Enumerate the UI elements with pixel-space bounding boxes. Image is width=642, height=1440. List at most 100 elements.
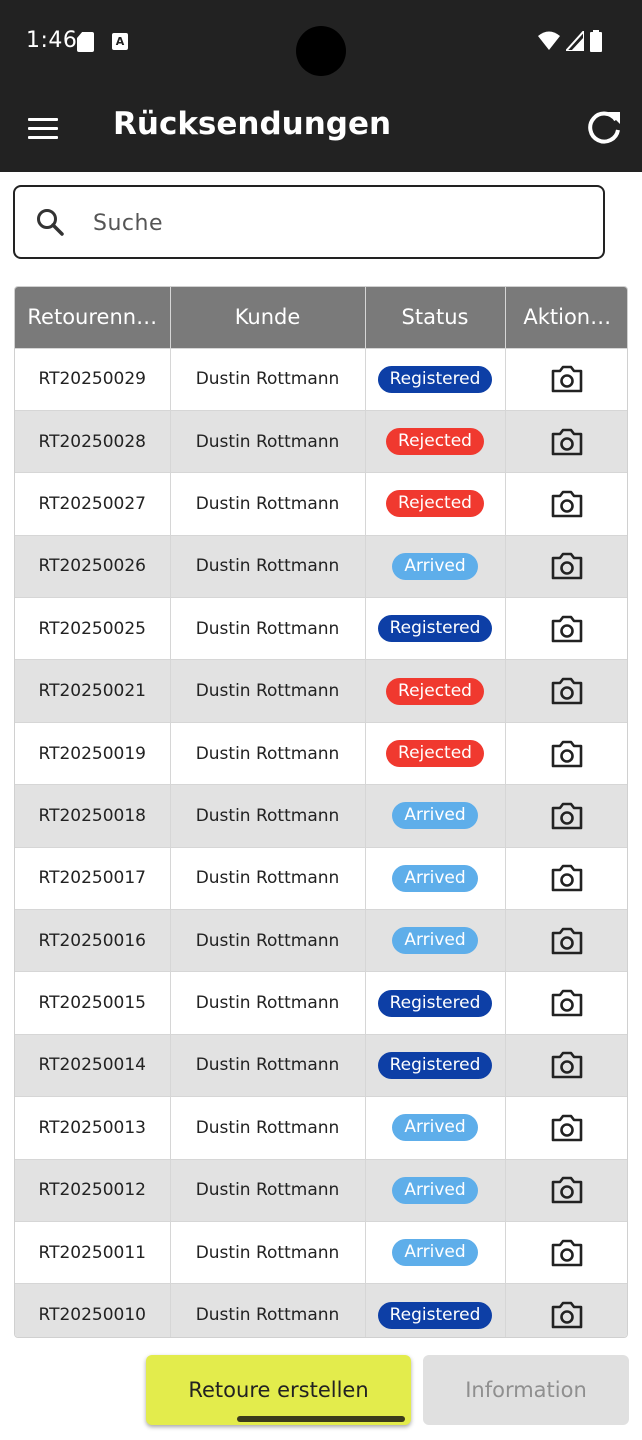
camera-icon[interactable] <box>550 365 584 393</box>
camera-icon[interactable] <box>550 1301 584 1329</box>
table-row[interactable]: RT20250019 Dustin Rottmann Rejected <box>15 721 627 785</box>
status-badge: Arrived <box>392 552 478 580</box>
status-cell: Registered <box>365 1283 506 1337</box>
information-button[interactable]: Information <box>423 1355 629 1425</box>
table-row[interactable]: RT20250015 Dustin Rottmann Registered <box>15 971 627 1035</box>
customer-cell: Dustin Rottmann <box>170 846 366 910</box>
status-badge: Registered <box>377 365 493 393</box>
camera-icon[interactable] <box>550 802 584 830</box>
camera-icon[interactable] <box>550 740 584 767</box>
status-badge: Arrived <box>392 1176 478 1204</box>
return-number-cell: RT20250027 <box>15 472 171 536</box>
camera-icon[interactable] <box>550 428 584 455</box>
customer-cell: Dustin Rottmann <box>170 472 366 536</box>
camera-icon[interactable] <box>550 615 584 643</box>
table-row[interactable]: RT20250010 Dustin Rottmann Registered <box>15 1283 627 1337</box>
return-number-cell: RT20250025 <box>15 597 171 660</box>
column-header-return-number[interactable]: Retourenn… <box>15 287 171 348</box>
return-number-cell: RT20250016 <box>15 909 171 972</box>
camera-icon[interactable] <box>550 927 584 955</box>
status-cell: Arrived <box>365 846 506 910</box>
column-header-actions[interactable]: Aktion… <box>505 287 627 348</box>
table-row[interactable]: RT20250021 Dustin Rottmann Rejected <box>15 659 627 723</box>
return-number-cell: RT20250011 <box>15 1220 171 1284</box>
table-row[interactable]: RT20250018 Dustin Rottmann Arrived <box>15 784 627 848</box>
return-number-cell: RT20250012 <box>15 1158 171 1222</box>
table-row[interactable]: RT20250014 Dustin Rottmann Registered <box>15 1033 627 1097</box>
status-cell: Arrived <box>365 784 506 848</box>
return-number-cell: RT20250010 <box>15 1283 171 1337</box>
table-row[interactable]: RT20250016 Dustin Rottmann Arrived <box>15 909 627 972</box>
status-badge: Arrived <box>392 1114 478 1142</box>
camera-icon[interactable] <box>550 989 584 1017</box>
status-badge: Registered <box>377 1051 493 1079</box>
status-cell: Rejected <box>365 472 506 536</box>
app-bar: Rücksendungen <box>0 84 642 172</box>
status-cell: Arrived <box>365 909 506 972</box>
status-badge: Arrived <box>392 802 478 830</box>
return-number-cell: RT20250029 <box>15 347 171 411</box>
action-cell <box>505 1283 627 1337</box>
action-cell <box>505 1158 627 1222</box>
table-row[interactable]: RT20250013 Dustin Rottmann Arrived <box>15 1096 627 1160</box>
customer-cell: Dustin Rottmann <box>170 971 366 1035</box>
camera-icon[interactable] <box>550 865 584 892</box>
camera-icon[interactable] <box>550 553 584 580</box>
return-number-cell: RT20250026 <box>15 534 171 598</box>
front-camera-cutout <box>296 26 346 76</box>
menu-icon[interactable] <box>28 118 58 140</box>
search-input[interactable] <box>93 205 573 241</box>
return-number-cell: RT20250015 <box>15 971 171 1035</box>
status-bar: 1:46 A <box>0 0 642 84</box>
camera-icon[interactable] <box>550 490 584 518</box>
action-cell <box>505 721 627 785</box>
table-row[interactable]: RT20250012 Dustin Rottmann Arrived <box>15 1158 627 1222</box>
camera-icon[interactable] <box>550 1052 584 1079</box>
camera-icon[interactable] <box>550 1114 584 1142</box>
status-cell: Arrived <box>365 1158 506 1222</box>
status-badge: Arrived <box>392 927 478 955</box>
search-icon <box>37 209 64 236</box>
status-cell: Rejected <box>365 409 506 473</box>
status-cell: Arrived <box>365 1096 506 1160</box>
table-row[interactable]: RT20250029 Dustin Rottmann Registered <box>15 347 627 411</box>
action-cell <box>505 784 627 848</box>
action-cell <box>505 597 627 660</box>
sd-card-icon <box>77 32 94 52</box>
customer-cell: Dustin Rottmann <box>170 1158 366 1222</box>
gesture-bar <box>237 1416 405 1422</box>
status-badge: Rejected <box>386 428 484 456</box>
table-row[interactable]: RT20250011 Dustin Rottmann Arrived <box>15 1220 627 1284</box>
customer-cell: Dustin Rottmann <box>170 409 366 473</box>
status-cell: Registered <box>365 971 506 1035</box>
status-cell: Registered <box>365 597 506 660</box>
create-return-button[interactable]: Retoure erstellen <box>146 1355 411 1425</box>
page-title: Rücksendungen <box>113 106 392 142</box>
status-indicators <box>538 30 602 52</box>
table-row[interactable]: RT20250027 Dustin Rottmann Rejected <box>15 472 627 536</box>
search-box[interactable] <box>13 185 605 259</box>
customer-cell: Dustin Rottmann <box>170 1033 366 1097</box>
returns-table[interactable]: Retourenn… Kunde Status Aktion… RT202500… <box>14 286 628 1338</box>
customer-cell: Dustin Rottmann <box>170 534 366 598</box>
action-cell <box>505 534 627 598</box>
refresh-icon[interactable] <box>584 108 624 148</box>
status-badge: Registered <box>377 1301 493 1329</box>
status-badge: Registered <box>377 615 493 643</box>
customer-cell: Dustin Rottmann <box>170 1096 366 1160</box>
return-number-cell: RT20250013 <box>15 1096 171 1160</box>
status-badge: Rejected <box>386 677 484 705</box>
status-badge: Rejected <box>386 490 484 518</box>
status-cell: Arrived <box>365 534 506 598</box>
table-row[interactable]: RT20250025 Dustin Rottmann Registered <box>15 597 627 660</box>
action-cell <box>505 409 627 473</box>
column-header-status[interactable]: Status <box>365 287 506 348</box>
table-row[interactable]: RT20250028 Dustin Rottmann Rejected <box>15 409 627 473</box>
table-row[interactable]: RT20250026 Dustin Rottmann Arrived <box>15 534 627 598</box>
camera-icon[interactable] <box>550 1239 584 1266</box>
camera-icon[interactable] <box>550 677 584 705</box>
camera-icon[interactable] <box>550 1176 584 1204</box>
table-row[interactable]: RT20250017 Dustin Rottmann Arrived <box>15 846 627 910</box>
action-cell <box>505 1096 627 1160</box>
column-header-customer[interactable]: Kunde <box>170 287 366 348</box>
